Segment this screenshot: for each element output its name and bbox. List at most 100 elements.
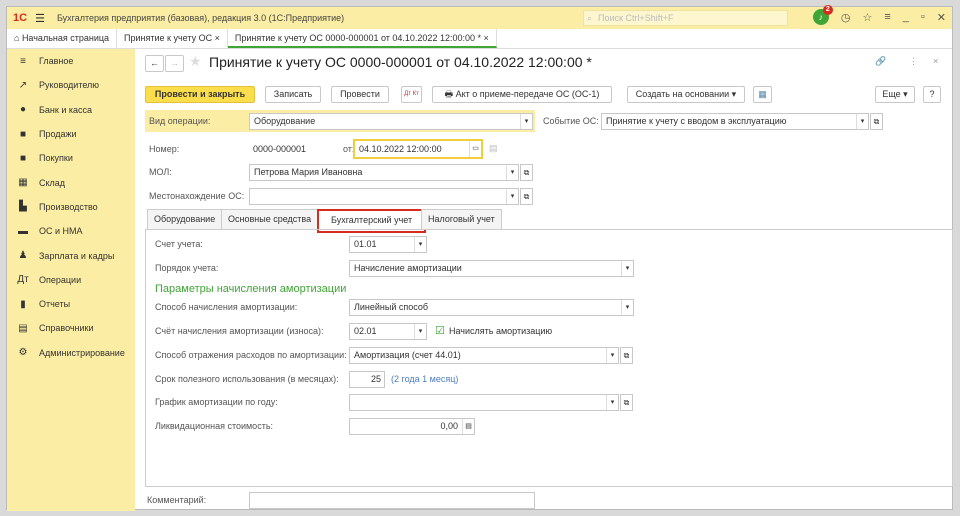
number-settings-icon[interactable]: ▤	[489, 143, 498, 154]
dtkt-button[interactable]: Дт Кт	[401, 86, 422, 103]
number-value[interactable]: 0000-000001	[253, 144, 306, 154]
sidebar-item[interactable]: ■ Покупки	[7, 146, 135, 170]
sidebar-item[interactable]: ≡ Главное	[7, 49, 135, 73]
sidebar-item[interactable]: Дт Операции	[7, 268, 135, 292]
dropdown-icon[interactable]: ▾	[506, 165, 518, 180]
sidebar-item[interactable]: ▙ Производство	[7, 195, 135, 219]
salvage-input[interactable]: 0,00 ▤	[349, 418, 475, 435]
account-select[interactable]: 01.01 ▾	[349, 236, 427, 253]
print-act-button[interactable]: 🖶 Акт о приеме-передаче ОС (ОС-1)	[432, 86, 612, 103]
close-form-icon[interactable]: ×	[933, 56, 938, 66]
star-icon[interactable]: ☆	[862, 11, 872, 24]
sidebar-item[interactable]: ▦ Склад	[7, 170, 135, 194]
create-based-button[interactable]: Создать на основании ▾	[627, 86, 745, 103]
sidebar-item[interactable]: ▬ ОС и НМА	[7, 219, 135, 243]
location-select[interactable]: ▾	[249, 188, 519, 205]
post-button[interactable]: Провести	[331, 86, 389, 103]
sidebar-item[interactable]: ⚙ Администрирование	[7, 341, 135, 365]
dropdown-icon[interactable]: ▾	[856, 114, 868, 129]
dropdown-icon[interactable]: ▾	[621, 261, 633, 276]
open-icon[interactable]: ⧉	[620, 394, 633, 411]
sidebar-icon: ↗	[18, 79, 28, 91]
post-and-close-button[interactable]: Провести и закрыть	[145, 86, 255, 103]
sidebar-icon: ▬	[18, 225, 28, 237]
search-placeholder: Поиск Ctrl+Shift+F	[598, 13, 674, 23]
sidebar-item[interactable]: ↗ Руководителю	[7, 73, 135, 97]
sidebar-icon: ≡	[20, 55, 26, 67]
mol-select[interactable]: Петрова Мария Ивановна ▾	[249, 164, 519, 181]
open-icon[interactable]: ⧉	[520, 188, 533, 205]
sidebar-icon: ♟	[18, 250, 28, 262]
more-button[interactable]: Еще ▾	[875, 86, 915, 103]
open-icon[interactable]: ⧉	[620, 347, 633, 364]
dropdown-icon[interactable]: ▾	[606, 395, 618, 410]
dropdown-icon[interactable]: ▾	[621, 300, 633, 315]
forward-button[interactable]: →	[165, 55, 184, 72]
expense-select[interactable]: Амортизация (счет 44.01) ▾	[349, 347, 619, 364]
dropdown-icon[interactable]: ▾	[520, 114, 532, 129]
schedule-select[interactable]: ▾	[349, 394, 619, 411]
favorite-star-icon[interactable]: ★	[189, 53, 202, 70]
tab-fixed-assets[interactable]: Основные средства	[221, 209, 319, 229]
settings-menu-icon[interactable]: ≡	[884, 11, 890, 23]
event-label: Событие ОС:	[543, 116, 599, 126]
calendar-icon[interactable]: ▭	[469, 141, 481, 157]
tab-home[interactable]: ⌂ Начальная страница	[7, 29, 118, 48]
save-button[interactable]: Записать	[265, 86, 321, 103]
maximize-icon[interactable]: ▫	[921, 11, 925, 23]
accrue-checkbox[interactable]: ☑	[435, 324, 445, 337]
expense-value: Амортизация (счет 44.01)	[354, 350, 461, 360]
search-input[interactable]: ⌕ Поиск Ctrl+Shift+F	[583, 10, 788, 26]
dropdown-icon[interactable]: ▾	[414, 237, 426, 252]
comment-input[interactable]	[249, 492, 535, 509]
method-label: Способ начисления амортизации:	[155, 302, 298, 312]
dep-account-select[interactable]: 02.01 ▾	[349, 323, 427, 340]
tab-list[interactable]: Принятие к учету ОС ×	[117, 29, 228, 48]
close-icon[interactable]: ✕	[937, 11, 946, 24]
menu-icon[interactable]: ☰	[35, 12, 45, 25]
more-actions-icon[interactable]: ⋮	[909, 56, 918, 67]
sidebar-item-label: Главное	[39, 56, 74, 67]
window-tabs: ⌂ Начальная страница Принятие к учету ОС…	[7, 29, 952, 49]
app-title: Бухгалтерия предприятия (базовая), редак…	[56, 13, 345, 23]
link-icon[interactable]: 🔗	[875, 56, 886, 67]
life-input[interactable]: 25	[349, 371, 385, 388]
sidebar-item[interactable]: ■ Продажи	[7, 122, 135, 146]
date-input[interactable]: 04.10.2022 12:00:00 ▭	[353, 139, 483, 159]
tab-document[interactable]: Принятие к учету ОС 0000-000001 от 04.10…	[227, 29, 497, 48]
history-icon[interactable]: ◷	[841, 11, 851, 24]
sidebar-item[interactable]: ▮ Отчеты	[7, 292, 135, 316]
sidebar-icon: ⚙	[18, 347, 28, 359]
open-icon[interactable]: ⧉	[870, 113, 883, 130]
sidebar-item[interactable]: ▤ Справочники	[7, 316, 135, 340]
sidebar-item[interactable]: ♟ Зарплата и кадры	[7, 243, 135, 267]
calculator-icon[interactable]: ▤	[462, 419, 474, 434]
sidebar-item-label: Руководителю	[39, 80, 100, 91]
sidebar-icon: Дт	[17, 274, 29, 286]
notifications-icon[interactable]: ♪ 2	[812, 5, 833, 25]
method-value: Линейный способ	[354, 302, 429, 312]
tab-equipment[interactable]: Оборудование	[147, 209, 223, 229]
sidebar-item[interactable]: ● Банк и касса	[7, 98, 135, 122]
minimize-icon[interactable]: _	[903, 11, 909, 23]
tab-tax[interactable]: Налоговый учет	[421, 209, 502, 229]
order-select[interactable]: Начисление амортизации ▾	[349, 260, 634, 277]
help-button[interactable]: ?	[923, 86, 941, 103]
location-label: Местонахождение ОС:	[149, 191, 245, 201]
operation-label: Вид операции:	[149, 116, 211, 126]
dropdown-icon[interactable]: ▾	[414, 324, 426, 339]
sidebar-item-label: Операции	[39, 274, 82, 285]
method-select[interactable]: Линейный способ ▾	[349, 299, 634, 316]
sidebar-item-label: Покупки	[39, 153, 73, 164]
event-select[interactable]: Принятие к учету с вводом в эксплуатацию…	[601, 113, 869, 130]
life-label: Срок полезного использования (в месяцах)…	[155, 374, 339, 384]
dropdown-icon[interactable]: ▾	[506, 189, 518, 204]
operation-select[interactable]: Оборудование ▾	[249, 113, 533, 130]
open-icon[interactable]: ⧉	[520, 164, 533, 181]
order-value: Начисление амортизации	[354, 263, 462, 273]
back-button[interactable]: ←	[145, 55, 164, 72]
dropdown-icon[interactable]: ▾	[606, 348, 618, 363]
structure-icon[interactable]: ▦	[753, 86, 772, 103]
page-title: Принятие к учету ОС 0000-000001 от 04.10…	[209, 54, 592, 70]
section-title: Параметры начисления амортизации	[155, 283, 347, 295]
